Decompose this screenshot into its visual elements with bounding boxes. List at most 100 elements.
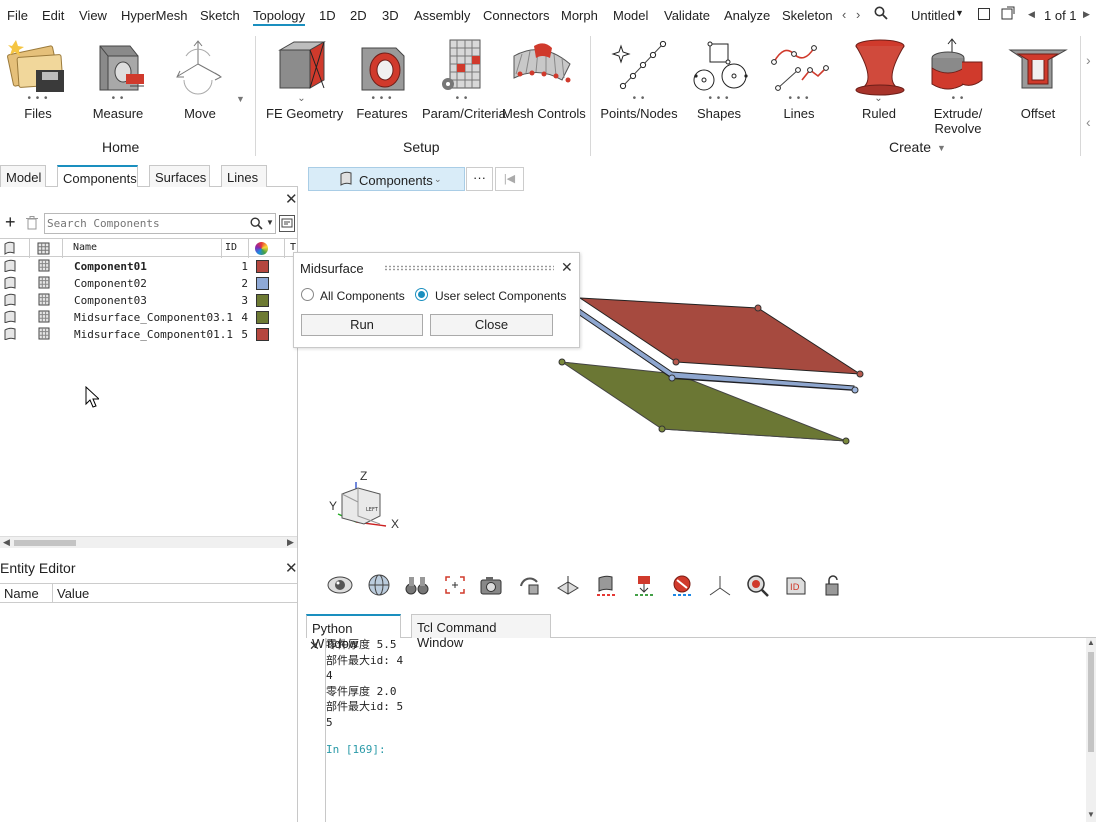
red-component[interactable]: [578, 297, 864, 378]
prev-page-icon[interactable]: ◀: [1028, 9, 1035, 20]
all-components-radio[interactable]: [301, 288, 314, 301]
scroll-down-arrow-icon[interactable]: ▼: [1087, 810, 1095, 819]
menu-1d[interactable]: 1D: [319, 8, 336, 23]
scroll-right-arrow-icon[interactable]: ▶: [287, 537, 294, 548]
menu-topology[interactable]: Topology: [253, 8, 306, 26]
component-color-swatch[interactable]: [256, 311, 269, 324]
param-criteria-tool[interactable]: • • Param/Criteria: [422, 36, 506, 121]
binoculars-icon[interactable]: [405, 574, 429, 599]
menu-model[interactable]: Model: [613, 8, 648, 23]
menu-edit[interactable]: Edit: [42, 8, 64, 23]
search-icon[interactable]: [874, 6, 888, 23]
filter-settings-icon[interactable]: [279, 215, 295, 232]
mesh-controls-tool[interactable]: Mesh Controls: [502, 36, 586, 121]
close-entity-editor-icon[interactable]: ✕: [285, 559, 298, 577]
all-components-label[interactable]: All Components: [320, 289, 405, 303]
measure-tool[interactable]: • • Measure: [86, 36, 150, 121]
tab-python-window[interactable]: Python Window: [306, 614, 401, 651]
mesh-visibility-icon[interactable]: [38, 310, 50, 323]
fit-view-icon[interactable]: [443, 574, 467, 599]
shaded-component-icon[interactable]: [593, 574, 619, 601]
search-icon[interactable]: [250, 217, 263, 233]
color-wheel-icon[interactable]: [255, 242, 268, 255]
menu-view[interactable]: View: [79, 8, 107, 23]
component-icon[interactable]: [4, 310, 16, 324]
table-row[interactable]: Midsurface_Component03.1 4: [0, 309, 297, 326]
refresh-page-icon[interactable]: [1001, 6, 1015, 23]
extrude-revolve-tool[interactable]: • • Extrude/ Revolve: [926, 36, 990, 136]
fe-geometry-tool[interactable]: ⌄ FE Geometry: [266, 36, 343, 121]
first-step-icon[interactable]: |◀: [495, 167, 524, 191]
column-name-header[interactable]: Name: [73, 242, 97, 253]
table-row[interactable]: Component02 2: [0, 275, 297, 292]
menu-sketch[interactable]: Sketch: [200, 8, 240, 23]
menu-skeleton[interactable]: Skeleton: [782, 8, 833, 23]
lines-tool[interactable]: • • • Lines: [768, 36, 830, 121]
search-input[interactable]: [47, 215, 243, 232]
entity-selector[interactable]: Components ⌄: [308, 167, 465, 191]
user-select-label[interactable]: User select Components: [435, 289, 566, 303]
close-console-icon[interactable]: ✕: [309, 638, 320, 654]
component-icon[interactable]: [4, 327, 16, 341]
visibility-eye-icon[interactable]: [327, 574, 353, 599]
run-button[interactable]: Run: [301, 314, 423, 336]
user-select-radio[interactable]: [415, 288, 428, 301]
close-panel-icon[interactable]: ✕: [285, 190, 298, 208]
tab-tcl-command-window[interactable]: Tcl Command Window: [411, 614, 551, 650]
more-options-button[interactable]: ···: [466, 167, 493, 191]
green-midsurface[interactable]: [558, 358, 850, 445]
table-row[interactable]: Component01 1: [0, 258, 297, 275]
search-options-chevron-icon[interactable]: ▼: [266, 218, 274, 227]
scroll-right-icon[interactable]: ›: [856, 7, 860, 22]
component-color-swatch[interactable]: [256, 277, 269, 290]
camera-icon[interactable]: [479, 574, 505, 599]
scroll-left-arrow-icon[interactable]: ◀: [3, 537, 10, 548]
offset-tool[interactable]: Offset: [1006, 36, 1070, 121]
next-page-icon[interactable]: ▶: [1083, 9, 1090, 20]
globe-icon[interactable]: [367, 574, 391, 599]
scroll-thumb[interactable]: [1088, 652, 1094, 752]
model-viewport[interactable]: [550, 290, 870, 450]
files-tool[interactable]: • • • Files: [6, 36, 70, 121]
menu-validate[interactable]: Validate: [664, 8, 710, 23]
selector-chevron-icon[interactable]: ⌄: [434, 174, 442, 185]
ruled-tool[interactable]: ⌄ Ruled: [848, 36, 910, 121]
tab-model[interactable]: Model: [0, 165, 46, 187]
drag-handle[interactable]: [384, 265, 554, 271]
menu-analyze[interactable]: Analyze: [724, 8, 770, 23]
add-icon[interactable]: +: [5, 213, 16, 231]
menu-3d[interactable]: 3D: [382, 8, 399, 23]
find-entity-icon[interactable]: [745, 574, 771, 601]
close-button[interactable]: Close: [430, 314, 553, 336]
move-tool[interactable]: Move: [168, 36, 232, 121]
no-entry-icon[interactable]: [669, 574, 695, 601]
ribbon-scroll-right-icon[interactable]: ›: [1086, 52, 1091, 68]
horizontal-scrollbar[interactable]: ◀ ▶: [0, 536, 297, 548]
column-id-header[interactable]: ID: [225, 242, 237, 253]
id-display-icon[interactable]: ID: [783, 574, 809, 601]
axes-icon[interactable]: [707, 574, 733, 601]
tab-components[interactable]: Components: [57, 165, 138, 187]
dialog-close-icon[interactable]: ✕: [561, 259, 573, 276]
section-cut-icon[interactable]: [555, 574, 581, 599]
table-row[interactable]: Midsurface_Component01.1 5: [0, 326, 297, 343]
entity-editor-name-column[interactable]: Name: [4, 586, 39, 601]
scroll-up-arrow-icon[interactable]: ▲: [1087, 638, 1095, 647]
table-row[interactable]: Component03 3: [0, 292, 297, 309]
entity-editor-value-column[interactable]: Value: [57, 586, 89, 601]
features-tool[interactable]: • • • Features: [352, 36, 412, 121]
window-icon[interactable]: [978, 8, 990, 23]
menu-2d[interactable]: 2D: [350, 8, 367, 23]
mesh-column-icon[interactable]: [37, 241, 50, 258]
mesh-visibility-icon[interactable]: [38, 327, 50, 340]
points-nodes-tool[interactable]: • • Points/Nodes: [600, 36, 678, 121]
scroll-left-icon[interactable]: ‹: [842, 7, 846, 22]
mesh-visibility-icon[interactable]: [38, 259, 50, 272]
mesh-visibility-icon[interactable]: [38, 276, 50, 289]
mesh-visibility-icon[interactable]: [38, 293, 50, 306]
component-color-swatch[interactable]: [256, 260, 269, 273]
chevron-down-icon[interactable]: ▼: [955, 8, 964, 18]
mesh-shading-icon[interactable]: [631, 574, 657, 601]
console-scrollbar[interactable]: ▲ ▼: [1086, 638, 1096, 822]
menu-morph[interactable]: Morph: [561, 8, 598, 23]
